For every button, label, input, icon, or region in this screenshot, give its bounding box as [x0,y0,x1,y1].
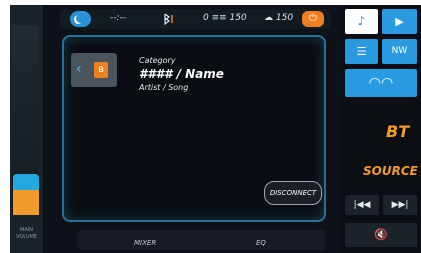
power-icon: ⏻ [309,13,317,24]
bluetooth-icon: ʙ [94,62,108,78]
mute-button[interactable]: 🔇 [345,223,417,247]
main-panel: ‹ ʙ Category #### / Name Artist / Song D… [62,35,326,222]
rewind-icon: |◀◀ [353,200,371,210]
gauge-icon: ◠◠ [368,75,394,91]
sliders-button[interactable]: ☰ [345,39,378,64]
music-note-icon: ♪ [357,14,366,28]
source-bt-label: BT [386,122,410,141]
mute-icon: 🔇 [374,228,388,241]
sliders-icon: ☰ [356,45,367,58]
temperature-display-right: ☁ 150 [264,13,294,23]
screen: MAIN VOLUME --:-- 0 ≡≡ 150 ☁ 150 ⏻ ‹ ʙ C… [10,5,421,253]
category-label: Category [139,56,176,65]
tab-mixer[interactable]: MIXER [134,239,156,247]
track-name-label: #### / Name [139,67,224,81]
main-volume-label: MAIN VOLUME [16,227,37,240]
forward-icon: ▶▶| [391,200,409,210]
source-button[interactable]: SOURCE [363,164,418,178]
video-icon: ▶ [395,15,404,28]
power-button[interactable]: ⏻ [302,11,324,27]
rewind-button[interactable]: |◀◀ [345,195,379,215]
nav-icon: NW [391,46,408,56]
artist-song-label: Artist / Song [139,83,189,92]
volume-column: MAIN VOLUME [10,5,43,253]
time-display: --:-- [110,13,127,23]
right-navigation: ♪ ▶ ☰ NW ◠◠ BT SOURCE |◀◀ ▶▶| 🔇 [341,5,421,253]
nav-button[interactable]: NW [382,39,417,64]
bluetooth-icon [164,13,173,26]
music-button[interactable]: ♪ [345,9,378,34]
volume-level-fill [13,190,39,215]
temperature-display-left: 0 ≡≡ 150 [203,13,247,23]
tab-eq[interactable]: EQ [256,239,266,247]
chevron-left-icon: ‹ [76,61,82,77]
forward-button[interactable]: ▶▶| [383,195,417,215]
video-button[interactable]: ▶ [382,9,417,34]
gauge-button[interactable]: ◠◠ [345,69,417,97]
moon-icon[interactable] [70,11,91,27]
bottom-tab-bar [78,230,326,250]
back-button[interactable]: ‹ ʙ [71,53,117,87]
bluetooth-status-icon [162,13,176,28]
disconnect-button[interactable]: DISCONNECT [264,181,322,205]
volume-slider-handle[interactable] [13,174,39,190]
